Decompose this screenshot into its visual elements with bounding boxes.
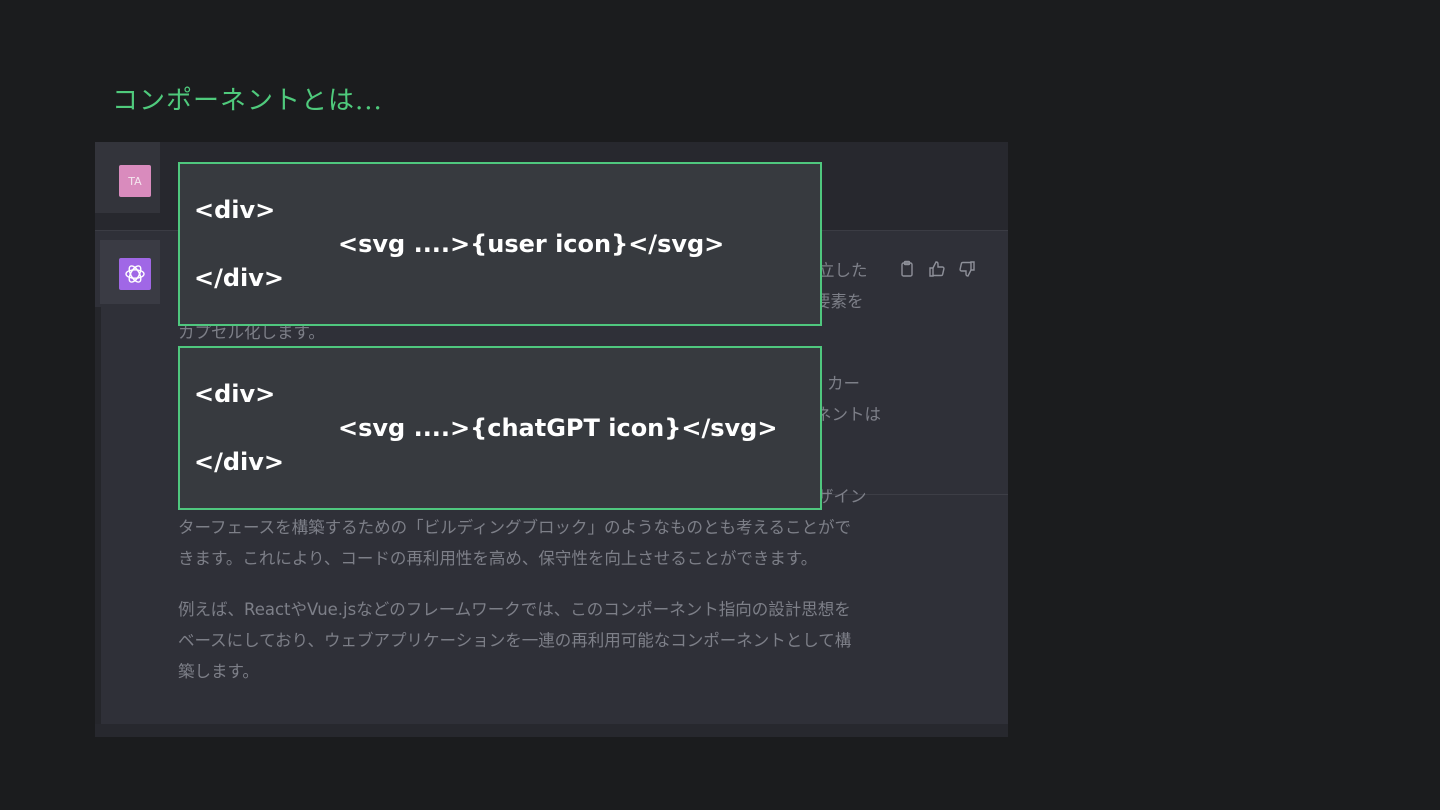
slide-title: コンポーネントとは... — [112, 86, 383, 116]
bottom-bar — [95, 724, 1008, 737]
code-line-svg: <svg ....>{user icon}</svg> — [338, 230, 725, 258]
reply-text-fragment: ネントは — [815, 405, 881, 424]
copy-icon[interactable] — [898, 260, 916, 278]
chatgpt-logo-icon — [119, 258, 151, 290]
reply-text-line: きます。これにより、コードの再利用性を高め、保守性を向上させることができます。 — [178, 549, 818, 568]
reply-text-fragment: カー — [827, 374, 860, 393]
user-avatar-initials: TA — [128, 174, 142, 188]
user-avatar: TA — [119, 165, 151, 197]
user-icon-code-overlay: <div> <svg ....>{user icon}</svg> </div> — [178, 162, 822, 326]
code-line-open-div: <div> — [194, 196, 276, 224]
reply-text-fragment: ザイン — [817, 487, 867, 506]
code-line-svg: <svg ....>{chatGPT icon}</svg> — [338, 414, 778, 442]
thumbs-down-icon[interactable] — [958, 260, 976, 278]
reply-text-line: ターフェースを構築するための「ビルディングブロック」のようなものとも考えることが… — [178, 518, 852, 537]
reply-text-fragment: 立した — [818, 261, 868, 280]
code-line-close-div: </div> — [194, 264, 285, 292]
reply-text-line: 築します。 — [178, 662, 259, 681]
code-line-open-div: <div> — [194, 380, 276, 408]
chatgpt-icon-code-overlay: <div> <svg ....>{chatGPT icon}</svg> </d… — [178, 346, 822, 510]
thumbs-up-icon[interactable] — [928, 260, 946, 278]
reply-text-line: ベースにしており、ウェブアプリケーションを一連の再利用可能なコンポーネントとして… — [178, 631, 852, 650]
code-line-close-div: </div> — [194, 448, 285, 476]
message-actions — [898, 260, 976, 278]
reply-text-line: 例えば、ReactやVue.jsなどのフレームワークでは、このコンポーネント指向… — [178, 600, 851, 619]
left-border-strip — [95, 307, 101, 737]
